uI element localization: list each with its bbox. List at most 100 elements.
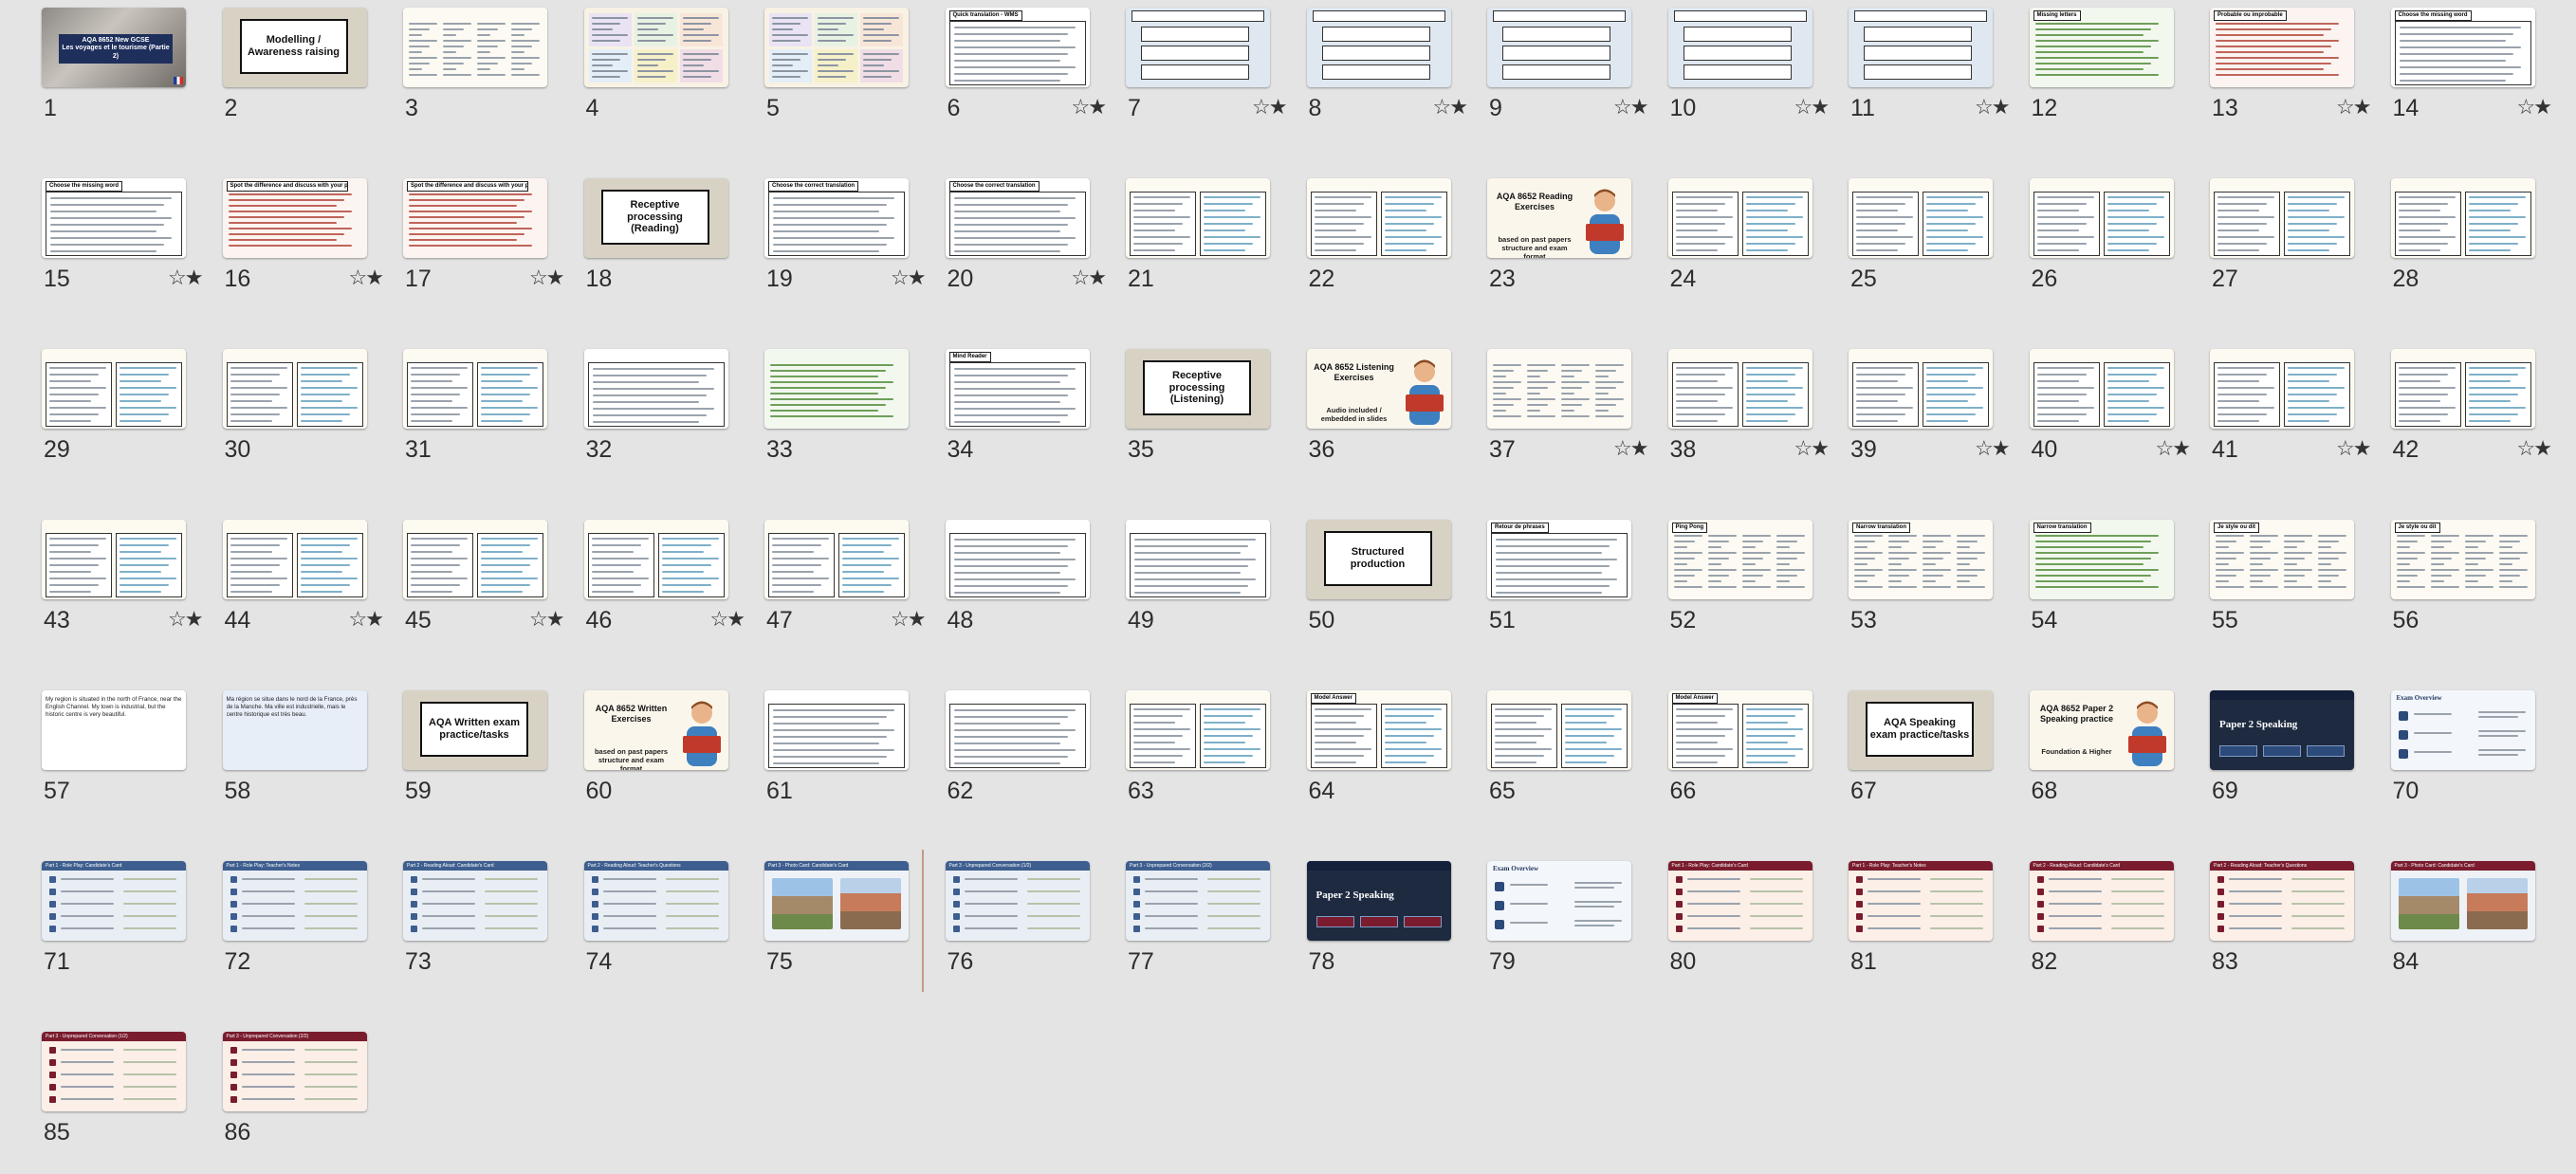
slide-thumbnail[interactable]: Mind Reader: [945, 349, 1090, 429]
slide-thumbnail-cell[interactable]: 47 ☆★: [764, 520, 930, 662]
slide-thumbnail-cell[interactable]: Je style ou dit 55: [2210, 520, 2376, 662]
slide-thumbnail-cell[interactable]: 4: [583, 8, 750, 150]
slide-thumbnail-cell[interactable]: 49: [1126, 520, 1292, 662]
slide-thumbnail[interactable]: AQA 8652 Reading Exercises based on past …: [1487, 178, 1631, 258]
slide-thumbnail[interactable]: [2390, 178, 2535, 258]
slide-thumbnail-cell[interactable]: Part 2 - Reading Aloud: Candidate's Card…: [403, 861, 569, 1003]
slide-thumbnail[interactable]: Part 3 - Unprepared Conversation (1/2): [42, 1032, 186, 1111]
slide-thumbnail-cell[interactable]: 11 ☆★: [1849, 8, 2015, 150]
slide-thumbnail-cell[interactable]: 5: [764, 8, 930, 150]
star-transition-icon[interactable]: ☆★: [1975, 97, 2010, 118]
slide-thumbnail[interactable]: [2210, 349, 2354, 429]
slide-thumbnail[interactable]: [1306, 178, 1451, 258]
slide-thumbnail-cell[interactable]: Model Answer 66: [1667, 690, 1834, 833]
slide-thumbnail[interactable]: Model Answer: [1306, 690, 1451, 770]
star-transition-icon[interactable]: ☆★: [2156, 438, 2191, 459]
slide-thumbnail-cell[interactable]: Part 3 - Photo Card: Candidate's Card 84: [2390, 861, 2557, 1003]
slide-thumbnail-cell[interactable]: 31: [403, 349, 569, 491]
slide-thumbnail-cell[interactable]: 45 ☆★: [403, 520, 569, 662]
slide-thumbnail[interactable]: AQA 8652 New GCSE Les voyages et le touri…: [42, 8, 186, 87]
slide-thumbnail[interactable]: Choose the correct translation: [764, 178, 909, 258]
slide-thumbnail-cell[interactable]: Mind Reader 34: [945, 349, 1112, 491]
slide-thumbnail[interactable]: My region is situated in the north of Fr…: [42, 690, 186, 770]
slide-thumbnail-cell[interactable]: 9 ☆★: [1487, 8, 1653, 150]
slide-thumbnail-cell[interactable]: AQA Speaking exam practice/tasks 67: [1849, 690, 2015, 833]
star-transition-icon[interactable]: ☆★: [1794, 97, 1830, 118]
slide-thumbnail[interactable]: Part 1 - Role Play: Teacher's Notes: [1849, 861, 1993, 941]
slide-thumbnail-cell[interactable]: 43 ☆★: [42, 520, 208, 662]
slide-thumbnail-cell[interactable]: 62: [945, 690, 1112, 833]
slide-thumbnail[interactable]: Exam Overview: [1487, 861, 1631, 941]
star-transition-icon[interactable]: ☆★: [1613, 438, 1648, 459]
star-transition-icon[interactable]: ☆★: [1252, 97, 1287, 118]
slide-thumbnail-cell[interactable]: 22: [1306, 178, 1473, 321]
slide-thumbnail[interactable]: [403, 8, 547, 87]
slide-thumbnail-cell[interactable]: 48: [945, 520, 1112, 662]
slide-thumbnail[interactable]: Spot the difference and discuss with you…: [222, 178, 367, 258]
slide-thumbnail-cell[interactable]: Spot the difference and discuss with you…: [222, 178, 389, 321]
slide-thumbnail[interactable]: Part 2 - Reading Aloud: Candidate's Card: [2029, 861, 2174, 941]
slide-thumbnail-cell[interactable]: 38 ☆★: [1667, 349, 1834, 491]
slide-thumbnail[interactable]: Paper 2 Speaking: [2210, 690, 2354, 770]
slide-thumbnail-cell[interactable]: AQA 8652 Reading Exercises based on past …: [1487, 178, 1653, 321]
slide-thumbnail[interactable]: Exam Overview: [2390, 690, 2535, 770]
slide-thumbnail[interactable]: [1849, 8, 1993, 87]
slide-thumbnail[interactable]: [222, 520, 367, 599]
slide-thumbnail-cell[interactable]: Part 3 - Unprepared Conversation (2/2) 77: [1126, 861, 1292, 1003]
slide-thumbnail[interactable]: [1126, 690, 1270, 770]
slide-thumbnail[interactable]: [1849, 349, 1993, 429]
slide-thumbnail[interactable]: Receptive processing (Listening): [1126, 349, 1270, 429]
slide-thumbnail-cell[interactable]: Modelling / Awareness raising 2: [222, 8, 389, 150]
slide-thumbnail-cell[interactable]: 28: [2390, 178, 2557, 321]
slide-thumbnail-cell[interactable]: 21: [1126, 178, 1292, 321]
slide-thumbnail[interactable]: Quick translation - WMS: [945, 8, 1090, 87]
slide-thumbnail[interactable]: [945, 520, 1090, 599]
slide-thumbnail-cell[interactable]: Part 3 - Unprepared Conversation (1/2) 76: [945, 861, 1112, 1003]
star-transition-icon[interactable]: ☆★: [2336, 438, 2371, 459]
slide-thumbnail[interactable]: [1487, 690, 1631, 770]
slide-thumbnail[interactable]: [764, 349, 909, 429]
slide-thumbnail-cell[interactable]: 26: [2029, 178, 2196, 321]
slide-thumbnail[interactable]: Part 3 - Unprepared Conversation (1/2): [945, 861, 1090, 941]
slide-thumbnail-cell[interactable]: Choose the missing word 14 ☆★: [2390, 8, 2557, 150]
slide-thumbnail-cell[interactable]: 42 ☆★: [2390, 349, 2557, 491]
slide-thumbnail[interactable]: [222, 349, 367, 429]
slide-thumbnail[interactable]: [1487, 8, 1631, 87]
slide-thumbnail-cell[interactable]: Quick translation - WMS 6 ☆★: [945, 8, 1112, 150]
slide-thumbnail-cell[interactable]: Part 2 - Reading Aloud: Teacher's Questi…: [2210, 861, 2376, 1003]
slide-thumbnail[interactable]: Part 3 - Photo Card: Candidate's Card: [2390, 861, 2535, 941]
slide-thumbnail[interactable]: AQA 8652 Listening Exercises Audio includ…: [1306, 349, 1451, 429]
slide-thumbnail[interactable]: [945, 690, 1090, 770]
slide-thumbnail[interactable]: AQA 8652 Written Exercises based on past …: [583, 690, 728, 770]
star-transition-icon[interactable]: ☆★: [1613, 97, 1648, 118]
slide-thumbnail[interactable]: [1667, 8, 1812, 87]
slide-thumbnail[interactable]: [403, 520, 547, 599]
star-transition-icon[interactable]: ☆★: [168, 267, 203, 288]
slide-thumbnail[interactable]: [583, 8, 728, 87]
slide-thumbnail-cell[interactable]: 63: [1126, 690, 1292, 833]
slide-thumbnail[interactable]: Choose the correct translation: [945, 178, 1090, 258]
slide-thumbnail[interactable]: [583, 349, 728, 429]
slide-thumbnail[interactable]: Part 2 - Reading Aloud: Teacher's Questi…: [2210, 861, 2354, 941]
slide-thumbnail-cell[interactable]: Je style ou dit 56: [2390, 520, 2557, 662]
slide-thumbnail-cell[interactable]: Structured production 50: [1306, 520, 1473, 662]
slide-thumbnail-cell[interactable]: 29: [42, 349, 208, 491]
slide-thumbnail-cell[interactable]: 25: [1849, 178, 2015, 321]
slide-thumbnail[interactable]: Part 3 - Unprepared Conversation (2/2): [1126, 861, 1270, 941]
slide-thumbnail-cell[interactable]: 46 ☆★: [583, 520, 750, 662]
slide-thumbnail-cell[interactable]: AQA 8652 Listening Exercises Audio includ…: [1306, 349, 1473, 491]
star-transition-icon[interactable]: ☆★: [891, 267, 926, 288]
slide-thumbnail-cell[interactable]: Ma région se situe dans le nord de la Fr…: [222, 690, 389, 833]
slide-thumbnail-cell[interactable]: 32: [583, 349, 750, 491]
slide-thumbnail-cell[interactable]: Narrow translation 54: [2029, 520, 2196, 662]
slide-thumbnail[interactable]: Structured production: [1306, 520, 1451, 599]
star-transition-icon[interactable]: ☆★: [529, 609, 564, 630]
slide-thumbnail[interactable]: [764, 8, 909, 87]
slide-thumbnail[interactable]: [1126, 8, 1270, 87]
star-transition-icon[interactable]: ☆★: [1433, 97, 1468, 118]
slide-thumbnail[interactable]: Probable ou improbable: [2210, 8, 2354, 87]
slide-thumbnail-cell[interactable]: AQA 8652 Paper 2 Speaking practice Founda…: [2029, 690, 2196, 833]
slide-thumbnail[interactable]: [1126, 178, 1270, 258]
slide-thumbnail[interactable]: AQA Written exam practice/tasks: [403, 690, 547, 770]
slide-thumbnail-cell[interactable]: 40 ☆★: [2029, 349, 2196, 491]
